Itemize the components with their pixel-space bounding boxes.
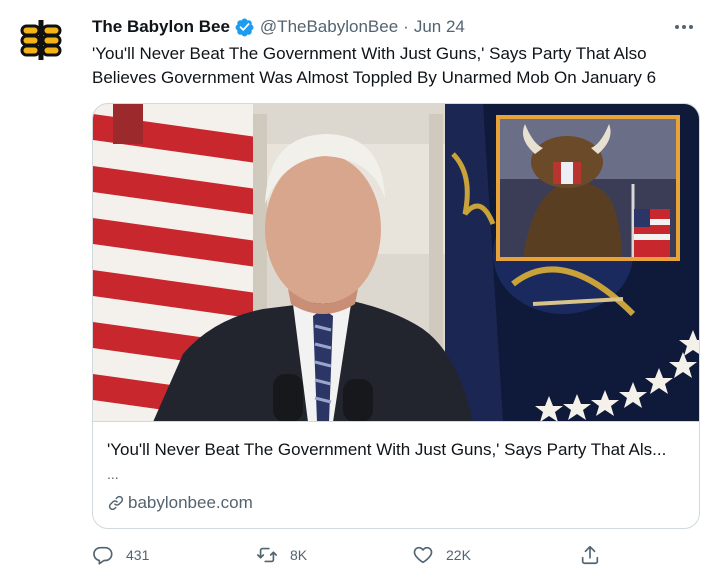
card-photo: [93, 104, 699, 421]
tweet-date[interactable]: Jun 24: [414, 17, 465, 37]
retweet-button[interactable]: 8K: [256, 541, 307, 569]
card-image[interactable]: [93, 104, 699, 422]
tweet-text: 'You'll Never Beat The Government With J…: [92, 44, 657, 87]
handle[interactable]: @TheBabylonBee: [260, 17, 398, 37]
card-description: ...: [107, 466, 119, 482]
link-card[interactable]: 'You'll Never Beat The Government With J…: [92, 103, 700, 529]
card-domain[interactable]: babylonbee.com: [107, 493, 253, 513]
separator-dot: ·: [403, 17, 409, 36]
link-icon: [108, 495, 124, 511]
card-domain-label: babylonbee.com: [128, 493, 253, 512]
tweet-header: The Babylon Bee @TheBabylonBee · Jun 24: [92, 15, 465, 39]
retweet-icon: [257, 547, 277, 563]
reply-button[interactable]: 431: [92, 541, 149, 569]
reply-count: 431: [126, 547, 150, 563]
more-options-icon[interactable]: [673, 18, 695, 36]
tweet[interactable]: The Babylon Bee @TheBabylonBee · Jun 24 …: [0, 0, 717, 581]
like-button[interactable]: 22K: [412, 541, 471, 569]
avatar[interactable]: [16, 14, 66, 64]
like-count: 22K: [446, 547, 471, 563]
retweet-count: 8K: [290, 547, 308, 563]
tweet-actions: 431 8K 22K: [92, 541, 612, 569]
card-title[interactable]: 'You'll Never Beat The Government With J…: [107, 440, 692, 460]
heart-icon: [413, 546, 433, 564]
display-name[interactable]: The Babylon Bee: [92, 17, 230, 37]
share-button[interactable]: [579, 541, 613, 569]
babylon-bee-logo-icon: [16, 14, 66, 64]
share-icon: [581, 545, 599, 565]
verified-badge-icon: [235, 18, 254, 36]
reply-icon: [93, 546, 113, 565]
